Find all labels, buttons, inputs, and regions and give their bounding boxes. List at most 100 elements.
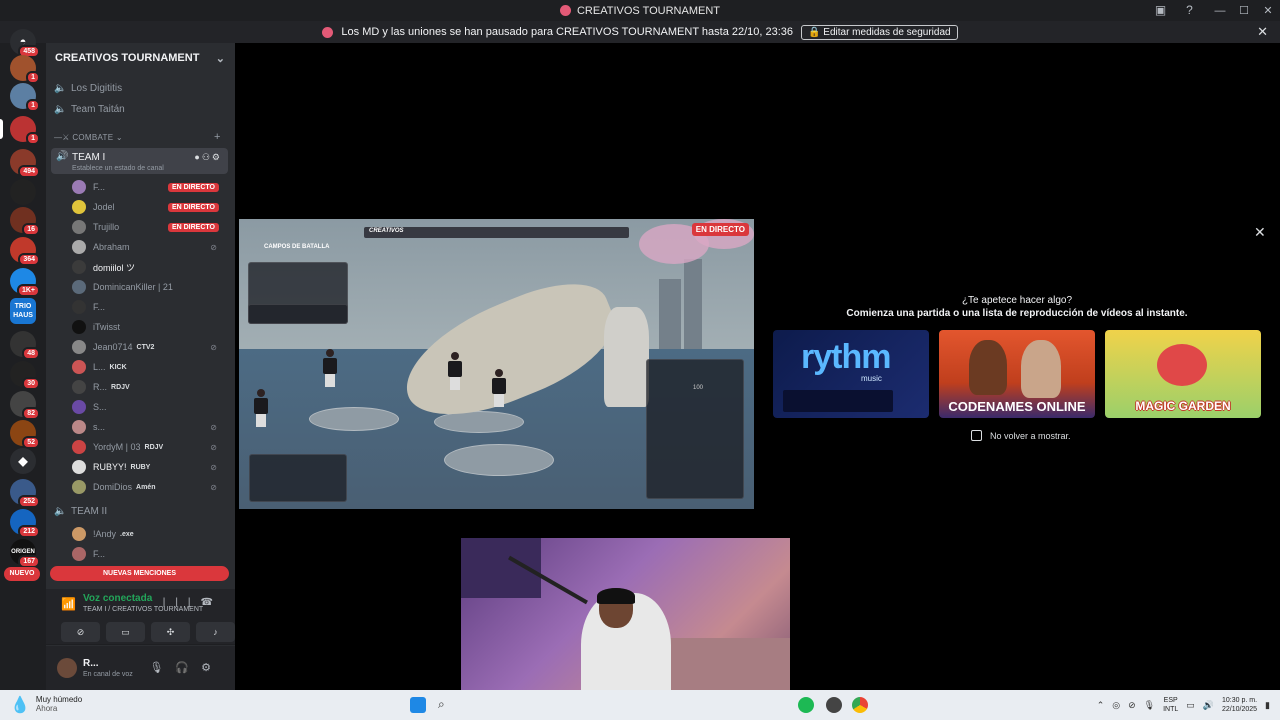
origen-server[interactable]: ORIGEN 167 — [10, 539, 40, 568]
voice-member[interactable]: iTwisst — [72, 319, 227, 335]
voice-channel-los-digititis[interactable]: 🔈 Los Digititis — [54, 83, 122, 94]
camera-off-button[interactable]: ⊘ — [61, 622, 100, 642]
voice-member[interactable]: DomiDios Amén ⊘ — [72, 479, 227, 495]
chevron-up-icon[interactable]: ⌃ — [1097, 700, 1105, 711]
activity-card-rythm[interactable]: rythm music — [773, 330, 929, 418]
trio-haus-server[interactable]: TRIO HAUS — [10, 298, 36, 324]
server-icon[interactable]: 82 — [10, 391, 40, 420]
app-icon[interactable] — [826, 697, 842, 713]
member-tag: RDJV — [144, 443, 164, 451]
mic-icon[interactable]: 🎙 — [1144, 700, 1155, 711]
gear-icon[interactable]: ⚙ — [201, 662, 223, 674]
server-icon[interactable]: 1K+ — [10, 268, 40, 297]
voice-member[interactable]: Abraham ⊘ — [72, 239, 227, 255]
spotify-icon[interactable] — [798, 697, 814, 713]
mic-icon[interactable]: 🎙 — [149, 662, 175, 674]
soundboard-button[interactable]: ♪ — [196, 622, 235, 642]
activity-card-codenames[interactable]: CODENAMES ONLINE — [939, 330, 1095, 418]
trio-haus-label: TRIO HAUS — [13, 303, 33, 319]
notification-icon[interactable]: ▮ — [1265, 700, 1270, 711]
voice-member[interactable]: R... RDJV — [72, 379, 227, 395]
server-icon[interactable]: 30 — [10, 361, 40, 390]
user-name[interactable]: R... — [83, 658, 99, 669]
inbox-icon[interactable]: ▣ — [1153, 3, 1168, 18]
screen-share-button[interactable]: ▭ — [106, 622, 145, 642]
network-icon[interactable]: ◎ — [1112, 700, 1120, 711]
volume-icon[interactable]: 🔊 — [1203, 700, 1214, 711]
lang-bottom: INTL — [1163, 706, 1179, 713]
add-channel-icon[interactable]: + — [214, 131, 220, 143]
direct-messages-button[interactable]: ◓ 458 — [10, 29, 40, 58]
server-icon[interactable]: 1 — [10, 83, 40, 112]
avatar[interactable] — [57, 658, 77, 678]
voice-member[interactable]: Trujillo EN DIRECTO — [72, 219, 227, 235]
language-indicator[interactable]: ESP INTL — [1163, 696, 1178, 714]
building — [659, 279, 681, 349]
activity-card-magic-garden[interactable]: MAGIC GARDEN — [1105, 330, 1261, 418]
voice-member[interactable]: Jodel EN DIRECTO — [72, 199, 227, 215]
voice-member[interactable]: Jean0714 CTV2 ⊘ — [72, 339, 227, 355]
new-unreads-pill[interactable]: NUEVO — [4, 567, 40, 581]
promo-close-icon[interactable]: ✕ — [1254, 224, 1266, 241]
server-icon[interactable]: 48 — [10, 331, 40, 360]
chrome-icon[interactable] — [852, 697, 868, 713]
voice-channel-team-ii[interactable]: 🔈 TEAM II — [54, 506, 107, 517]
voice-member[interactable]: F... — [72, 546, 227, 562]
voice-member[interactable]: F... EN DIRECTO — [72, 179, 227, 195]
edit-security-button[interactable]: 🔒 Editar medidas de seguridad — [801, 24, 958, 40]
server-icon[interactable]: 212 — [10, 509, 40, 538]
muted-icon: ⊘ — [210, 442, 217, 452]
voice-member[interactable]: DominicanKiller | 21 — [72, 279, 227, 295]
voice-member[interactable]: S... — [72, 399, 227, 415]
voice-member[interactable]: YordyM | 03 RDJV ⊘ — [72, 439, 227, 455]
disconnect-icon[interactable]: ☎ — [201, 597, 223, 608]
signal-icon[interactable]: 📶 — [61, 597, 76, 611]
voice-member[interactable]: domiilol ツ — [72, 259, 227, 275]
display-icon[interactable]: ▭ — [1186, 700, 1195, 711]
weather-widget[interactable]: 💧 Muy húmedo Ahora — [10, 695, 82, 715]
search-icon[interactable]: ⌕ — [438, 697, 454, 713]
voice-channel-team-i[interactable]: 🔊 TEAM I Establece un estado de canal ●⚇… — [51, 148, 228, 174]
notice-close-icon[interactable]: ✕ — [1257, 24, 1268, 40]
start-button[interactable] — [410, 697, 426, 713]
activities-button[interactable]: ✣ — [151, 622, 190, 642]
dont-show-again-checkbox[interactable]: No volver a mostrar. — [971, 430, 1071, 441]
rythm-logo: rythm — [801, 338, 891, 376]
server-logo-icon — [322, 26, 334, 38]
server-icon[interactable]: ◆ — [10, 448, 36, 474]
voice-member[interactable]: L... KICK — [72, 359, 227, 375]
unread-badge: 212 — [18, 525, 40, 538]
checkbox-icon[interactable] — [971, 430, 982, 441]
server-icon[interactable]: 1 — [10, 116, 40, 145]
minimize-button[interactable]: — — [1208, 5, 1232, 17]
voice-member[interactable]: !Andy .exe — [72, 526, 227, 542]
chat-icon[interactable]: ● — [194, 152, 201, 162]
maximize-button[interactable]: ☐ — [1232, 4, 1256, 17]
server-icon[interactable]: 494 — [10, 149, 40, 178]
voice-channel-team-taitan[interactable]: 🔈 Team Taitán — [54, 104, 125, 115]
close-window-button[interactable]: ✕ — [1256, 4, 1280, 17]
category-combate[interactable]: —⚔ COMBATE ⌄ — [54, 133, 123, 142]
channel-status[interactable]: Establece un estado de canal — [72, 165, 164, 172]
voice-member[interactable]: RUBYY! RUBY ⊘ — [72, 459, 227, 475]
server-icon[interactable]: 252 — [10, 479, 40, 508]
server-header[interactable]: CREATIVOS TOURNAMENT ⌄ — [46, 43, 235, 73]
server-icon[interactable] — [10, 179, 36, 205]
server-icon[interactable]: 364 — [10, 237, 40, 266]
help-icon[interactable]: ? — [1182, 3, 1197, 18]
gear-icon[interactable]: ⚙ — [212, 152, 222, 162]
server-icon[interactable]: 52 — [10, 420, 40, 449]
voice-member[interactable]: s... ⊘ — [72, 419, 227, 435]
member-tag: RDJV — [111, 383, 130, 391]
stream-viewer[interactable]: 100 CREATIVOS CAMPOS DE BATALLA EN DIREC… — [239, 219, 754, 509]
invite-icon[interactable]: ⚇ — [202, 152, 212, 162]
voice-member[interactable]: F... — [72, 299, 227, 315]
server-icon[interactable]: 1 — [10, 55, 40, 84]
headphones-icon[interactable]: 🎧 — [175, 662, 201, 674]
server-icon[interactable]: 16 — [10, 207, 40, 236]
new-mentions-button[interactable]: NUEVAS MENCIONES — [50, 566, 229, 581]
clock[interactable]: 10:30 p. m. 22/10/2025 — [1222, 696, 1257, 714]
voice-status-title[interactable]: Voz conectada — [83, 593, 152, 604]
notifications-off-icon[interactable]: ⊘ — [1128, 700, 1136, 711]
noise-suppression-icon[interactable]: ||| — [163, 597, 201, 608]
